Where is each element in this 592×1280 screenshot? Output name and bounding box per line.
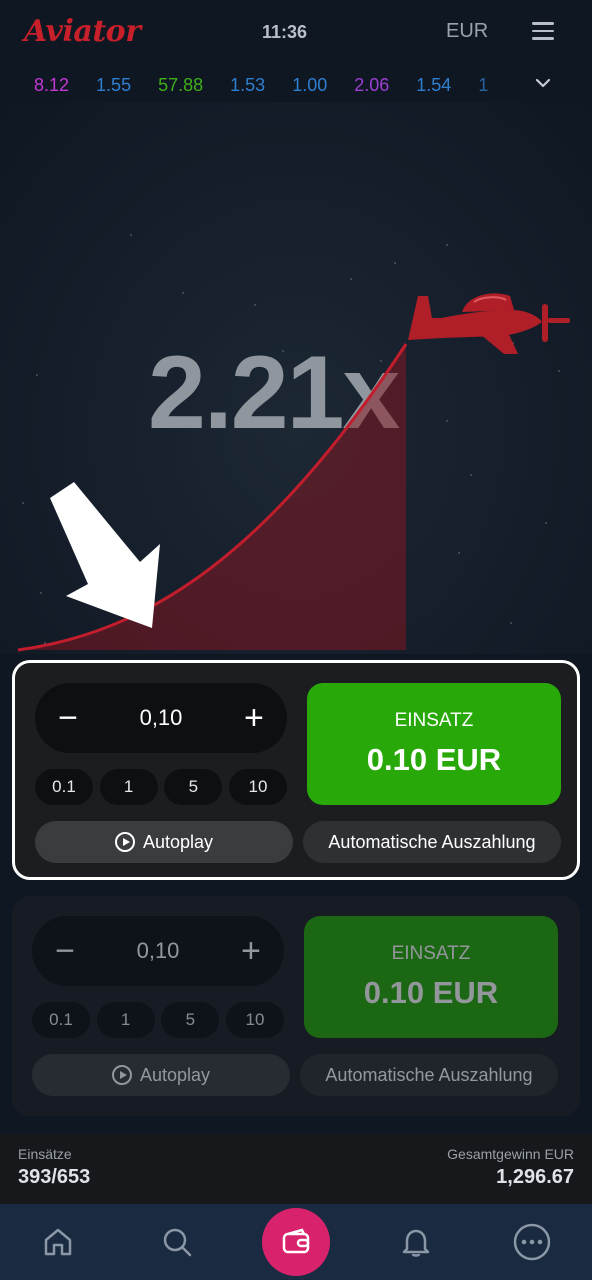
- history-item: 57.88: [158, 74, 204, 95]
- bet-amount-value[interactable]: 0,10: [140, 705, 183, 731]
- currency-label: EUR: [446, 20, 489, 42]
- bet-button-amount: 0.10 EUR: [363, 975, 499, 1010]
- airplane-icon: [408, 293, 570, 354]
- total-win-label: Gesamtgewinn EUR: [447, 1146, 574, 1162]
- place-bet-button[interactable]: EINSATZ 0.10 EUR: [304, 916, 558, 1038]
- quick-amount-chip[interactable]: 5: [161, 1002, 220, 1038]
- history-fade: [472, 68, 532, 102]
- quick-amount-chip[interactable]: 1: [99, 769, 158, 805]
- autoplay-label: Autoplay: [142, 831, 214, 852]
- auto-cashout-label: Automatische Auszahlung: [325, 1064, 533, 1085]
- quick-amount-chip[interactable]: 5: [164, 769, 223, 805]
- quick-amounts: 0.1 1 5 10: [35, 769, 287, 805]
- search-icon[interactable]: [157, 1222, 197, 1262]
- top-bar: Aviator 11:36 EUR: [0, 0, 592, 62]
- pointer-arrow-icon: [50, 482, 160, 628]
- wallet-icon[interactable]: [262, 1208, 330, 1276]
- increase-button[interactable]: +: [239, 701, 269, 735]
- autoplay-label: Autoplay: [139, 1064, 211, 1085]
- bet-button-label: EINSATZ: [394, 710, 474, 731]
- history-item: 1.53: [230, 74, 266, 95]
- place-bet-button[interactable]: EINSATZ 0.10 EUR: [307, 683, 561, 805]
- aviator-logo: Aviator: [24, 13, 141, 49]
- auto-cashout-button[interactable]: Automatische Auszahlung: [303, 821, 561, 863]
- decrease-button[interactable]: −: [53, 701, 83, 735]
- quick-amount-chip[interactable]: 10: [228, 769, 287, 805]
- chevron-down-icon[interactable]: [534, 74, 552, 92]
- quick-amount-chip[interactable]: 1: [96, 1002, 155, 1038]
- bottom-navigation: [0, 1204, 592, 1280]
- autoplay-icon: [114, 832, 135, 852]
- bet-panel: − 0,10 + 0.1 1 5 10 EINSATZ 0.10 EUR Aut…: [12, 660, 580, 880]
- bet-amount-value[interactable]: 0,10: [137, 938, 180, 964]
- autoplay-button[interactable]: Autoplay: [32, 1054, 290, 1096]
- history-item: 1.00: [292, 74, 328, 95]
- bet-amount-stepper: − 0,10 +: [32, 916, 284, 986]
- bets-count: 393/653: [18, 1166, 91, 1188]
- bell-icon[interactable]: [396, 1222, 436, 1262]
- autoplay-button[interactable]: Autoplay: [35, 821, 293, 863]
- stats-bar: Einsätze 393/653 Gesamtgewinn EUR 1,296.…: [0, 1134, 592, 1204]
- more-icon[interactable]: [512, 1222, 552, 1262]
- bet-panel: − 0,10 + 0.1 1 5 10 EINSATZ 0.10 EUR Aut…: [12, 896, 580, 1116]
- history-item: 1.54: [416, 74, 452, 95]
- clock: 11:36: [262, 22, 308, 42]
- home-icon[interactable]: [38, 1222, 78, 1262]
- bet-button-amount: 0.10 EUR: [366, 742, 502, 777]
- quick-amount-chip[interactable]: 0.1: [35, 769, 93, 805]
- history-item: 8.12: [34, 74, 70, 95]
- history-item: 1.55: [96, 74, 132, 95]
- game-canvas: 2.21x: [0, 102, 592, 654]
- history-item: 2.06: [354, 74, 390, 95]
- bet-amount-stepper: − 0,10 +: [35, 683, 287, 753]
- bet-button-label: EINSATZ: [391, 943, 471, 964]
- decrease-button[interactable]: −: [50, 934, 80, 968]
- increase-button[interactable]: +: [236, 934, 266, 968]
- quick-amounts: 0.1 1 5 10: [32, 1002, 284, 1038]
- total-win-value: 1,296.67: [496, 1166, 574, 1188]
- auto-cashout-button[interactable]: Automatische Auszahlung: [300, 1054, 558, 1096]
- hamburger-icon[interactable]: [532, 22, 554, 40]
- multiplier-history: 8.12 1.55 57.88 1.53 1.00 2.06 1.54 1: [0, 68, 592, 102]
- autoplay-icon: [111, 1065, 132, 1085]
- quick-amount-chip[interactable]: 0.1: [32, 1002, 90, 1038]
- quick-amount-chip[interactable]: 10: [225, 1002, 284, 1038]
- bets-label: Einsätze: [18, 1146, 72, 1162]
- auto-cashout-label: Automatische Auszahlung: [328, 831, 536, 852]
